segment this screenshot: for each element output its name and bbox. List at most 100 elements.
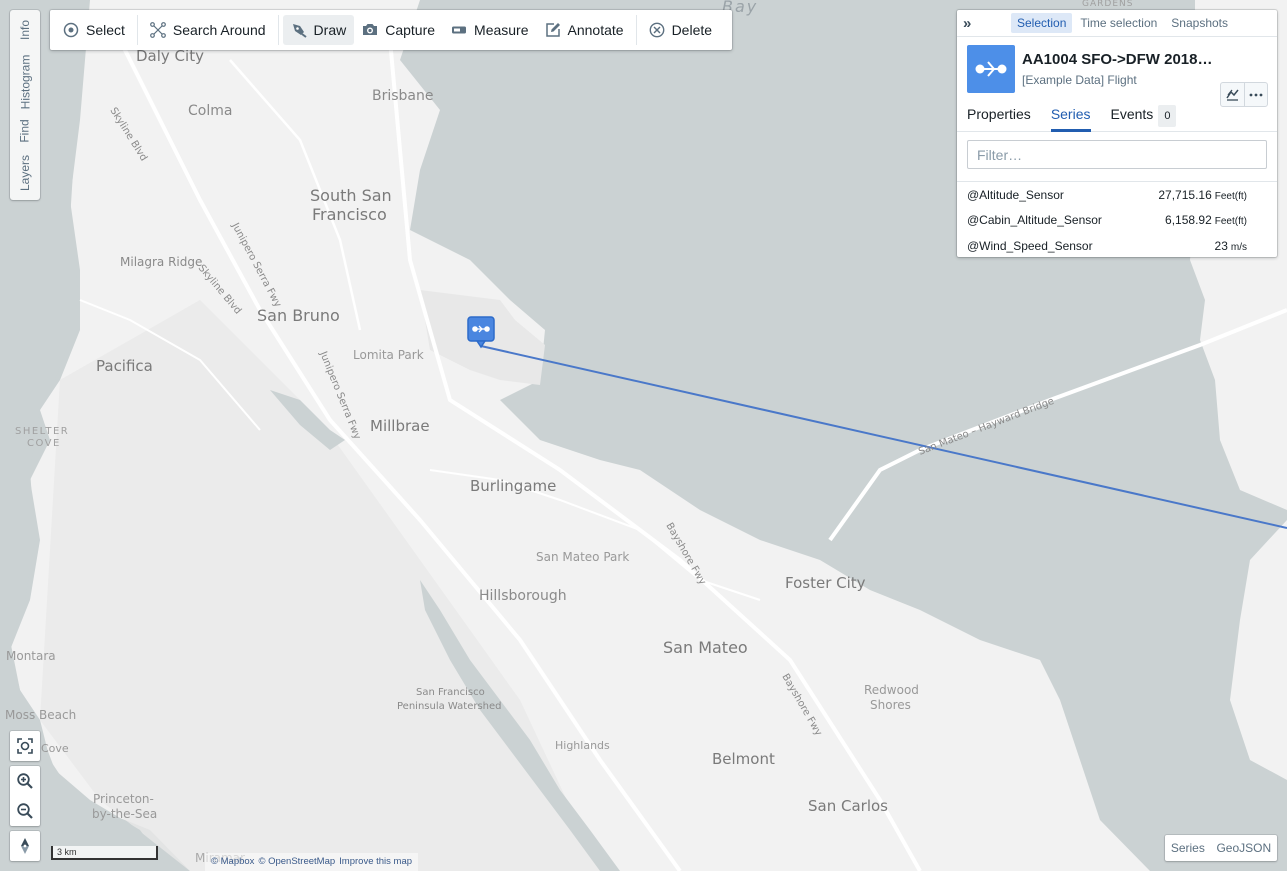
label-belmont: Belmont — [712, 750, 775, 768]
object-type-label: [Example Data] Flight — [1022, 73, 1137, 87]
side-tabs-panel: Info Histogram Find Layers — [10, 10, 40, 200]
label-gardens: GARDENS — [1082, 0, 1133, 9]
measure-button[interactable]: Measure — [443, 15, 536, 45]
label-foster-city: Foster City — [785, 574, 866, 592]
map-scale: 3 km — [51, 846, 158, 860]
series-list: @Altitude_Sensor 27,715.16 Feet(ft) @Cabi… — [957, 181, 1277, 259]
reset-bearing-button[interactable] — [10, 831, 40, 861]
series-name: @Cabin_Altitude_Sensor — [967, 213, 1102, 228]
series-value: 27,715.16 Feet(ft) — [1158, 187, 1247, 202]
fit-bounds-icon — [17, 738, 33, 754]
label-milagra-ridge: Milagra Ridge — [120, 255, 202, 269]
select-button[interactable]: Select — [55, 15, 133, 45]
flight-marker[interactable] — [467, 316, 495, 350]
zoom-in-icon — [17, 773, 33, 789]
compass-control — [10, 831, 40, 861]
label-south-sf-2: Francisco — [312, 205, 387, 224]
object-sub-tabs: Properties Series Events 0 — [957, 104, 1277, 132]
label-shelter: SHELTER — [15, 426, 69, 437]
filter-wrapper — [967, 140, 1267, 169]
label-princeton-1: Princeton- — [93, 792, 154, 806]
side-tab-histogram[interactable]: Histogram — [10, 50, 40, 114]
toolbar-divider — [136, 15, 138, 45]
panel-tabs: » Selection Time selection Snapshots — [957, 10, 1277, 37]
series-name: @Altitude_Sensor — [967, 187, 1064, 202]
label-san-mateo-park: San Mateo Park — [536, 550, 629, 564]
series-chart-button[interactable] — [1221, 83, 1244, 106]
selection-panel: » Selection Time selection Snapshots AA1… — [957, 10, 1277, 257]
label-lomita-park: Lomita Park — [353, 348, 424, 362]
label-sfpw-2: Peninsula Watershed — [397, 701, 502, 712]
export-options: Series GeoJSON — [1165, 835, 1277, 861]
series-row-cabin-altitude[interactable]: @Cabin_Altitude_Sensor 6,158.92 Feet(ft) — [957, 208, 1277, 234]
tab-time-selection[interactable]: Time selection — [1074, 13, 1163, 33]
tab-events[interactable]: Events 0 — [1111, 104, 1177, 132]
label-south-sf-1: South San — [310, 186, 392, 205]
tab-selection[interactable]: Selection — [1011, 13, 1073, 33]
map-toolbar: Select Search Around Draw Capture Measur… — [50, 10, 732, 50]
label-san-carlos: San Carlos — [808, 797, 888, 815]
object-header: AA1004 SFO->DFW 2018-0… [Example Data] F… — [957, 37, 1277, 107]
series-name: @Wind_Speed_Sensor — [967, 238, 1093, 253]
chart-icon — [1226, 89, 1239, 101]
label-moss-beach: Moss Beach — [5, 708, 76, 722]
label-highlands: Highlands — [555, 739, 610, 752]
annotate-button[interactable]: Annotate — [537, 15, 632, 45]
label-cove-2: Cove — [41, 742, 69, 755]
label-san-mateo: San Mateo — [663, 638, 748, 657]
side-tab-find[interactable]: Find — [10, 116, 40, 146]
label-montara: Montara — [6, 649, 56, 663]
fit-bounds-button[interactable] — [10, 731, 40, 761]
side-tab-layers[interactable]: Layers — [10, 150, 40, 196]
annotate-icon — [545, 23, 560, 37]
events-count-badge: 0 — [1158, 105, 1177, 127]
label-colma: Colma — [188, 103, 232, 119]
zoom-control — [10, 766, 40, 826]
zoom-in-button[interactable] — [10, 766, 40, 796]
capture-button[interactable]: Capture — [354, 15, 443, 45]
delete-icon — [649, 22, 664, 38]
export-geojson-button[interactable]: GeoJSON — [1216, 841, 1271, 855]
improve-map-link[interactable]: Improve this map — [339, 853, 412, 871]
tab-series[interactable]: Series — [1050, 104, 1091, 132]
zoom-out-button[interactable] — [10, 796, 40, 826]
delete-button[interactable]: Delete — [641, 15, 720, 45]
flight-path-icon — [975, 61, 1007, 77]
object-type-icon — [967, 45, 1015, 93]
search-around-button[interactable]: Search Around — [142, 15, 274, 45]
select-icon — [63, 22, 79, 38]
series-value: 6,158.92 Feet(ft) — [1165, 213, 1247, 228]
measure-icon — [452, 26, 467, 34]
camera-icon — [363, 24, 378, 35]
series-value: 23 m/s — [1214, 238, 1247, 253]
label-burlingame: Burlingame — [470, 477, 556, 495]
label-brisbane: Brisbane — [372, 88, 434, 104]
compass-icon — [21, 838, 29, 854]
label-millbrae: Millbrae — [370, 417, 430, 435]
collapse-panel-icon[interactable]: » — [963, 15, 983, 32]
label-cove: COVE — [27, 438, 61, 449]
osm-link[interactable]: © OpenStreetMap — [258, 853, 335, 871]
label-redwood: Redwood — [864, 683, 919, 697]
mapbox-link[interactable]: © Mapbox — [211, 853, 254, 871]
draw-icon — [292, 24, 307, 38]
tab-snapshots[interactable]: Snapshots — [1165, 13, 1234, 33]
zoom-out-icon — [17, 803, 33, 819]
label-pacifica: Pacifica — [96, 357, 153, 375]
series-row-wind-speed[interactable]: @Wind_Speed_Sensor 23 m/s — [957, 233, 1277, 259]
search-around-icon — [150, 22, 166, 38]
export-series-button[interactable]: Series — [1171, 841, 1205, 855]
more-options-button[interactable] — [1244, 83, 1267, 106]
side-tab-info[interactable]: Info — [10, 14, 40, 46]
more-icon — [1249, 93, 1263, 96]
label-princeton-2: by-the-Sea — [92, 807, 157, 821]
draw-button[interactable]: Draw — [282, 15, 355, 45]
series-row-altitude[interactable]: @Altitude_Sensor 27,715.16 Feet(ft) — [957, 182, 1277, 208]
series-filter-input[interactable] — [967, 140, 1267, 169]
label-hillsborough: Hillsborough — [479, 588, 567, 604]
label-shores: Shores — [870, 698, 911, 712]
tab-properties[interactable]: Properties — [967, 104, 1031, 132]
toolbar-divider — [635, 15, 637, 45]
toolbar-divider — [277, 15, 279, 45]
object-title[interactable]: AA1004 SFO->DFW 2018-0… — [1022, 51, 1217, 68]
